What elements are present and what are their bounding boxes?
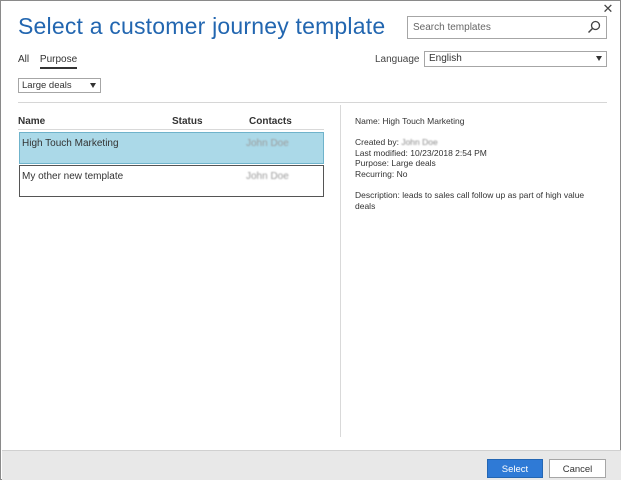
dialog-title: Select a customer journey template: [18, 13, 386, 39]
table-row[interactable]: High Touch Marketing John Doe: [19, 132, 324, 164]
divider: [18, 102, 607, 103]
close-icon[interactable]: ✕: [602, 2, 614, 15]
row-contact: John Doe: [246, 171, 289, 182]
purpose-select[interactable]: Large deals: [18, 78, 101, 93]
row-name: My other new template: [22, 171, 124, 182]
panel-divider: [340, 105, 341, 437]
detail-last-modified: Last modified: 10/23/2018 2:54 PM: [355, 147, 487, 158]
column-header-name[interactable]: Name: [18, 116, 45, 127]
purpose-value: Large deals: [22, 80, 72, 91]
created-by-label: Created by:: [355, 137, 402, 148]
detail-name: Name: High Touch Marketing: [355, 116, 465, 126]
column-header-contacts[interactable]: Contacts: [249, 116, 292, 127]
detail-purpose: Purpose: Large deals: [355, 158, 436, 169]
row-contact: John Doe: [246, 138, 289, 149]
language-select[interactable]: English: [424, 51, 607, 67]
tab-purpose[interactable]: Purpose: [39, 54, 78, 69]
search-input[interactable]: [408, 17, 583, 38]
search-box[interactable]: [407, 16, 607, 39]
detail-description: Description: leads to sales call follow …: [355, 190, 585, 211]
cancel-button[interactable]: Cancel: [549, 459, 606, 478]
detail-created-by: Created by: John Doe: [355, 137, 605, 148]
row-name: High Touch Marketing: [22, 138, 119, 149]
column-header-status[interactable]: Status: [172, 116, 203, 127]
select-button[interactable]: Select: [487, 459, 543, 478]
language-label: Language: [375, 54, 420, 65]
table-row[interactable]: My other new template John Doe: [19, 165, 324, 197]
tab-all[interactable]: All: [18, 54, 29, 67]
chevron-down-icon: [596, 56, 602, 61]
tab-bar: All Purpose: [18, 54, 85, 69]
created-by-value: John Doe: [401, 137, 438, 148]
chevron-down-icon: [90, 83, 96, 88]
search-icon[interactable]: [587, 20, 601, 34]
detail-recurring: Recurring: No: [355, 168, 408, 179]
details-panel: Name: High Touch Marketing Created by: J…: [355, 116, 605, 211]
dialog-window: ✕ Select a customer journey template All…: [0, 0, 621, 480]
language-value: English: [429, 53, 462, 64]
header-divider: [18, 129, 324, 130]
